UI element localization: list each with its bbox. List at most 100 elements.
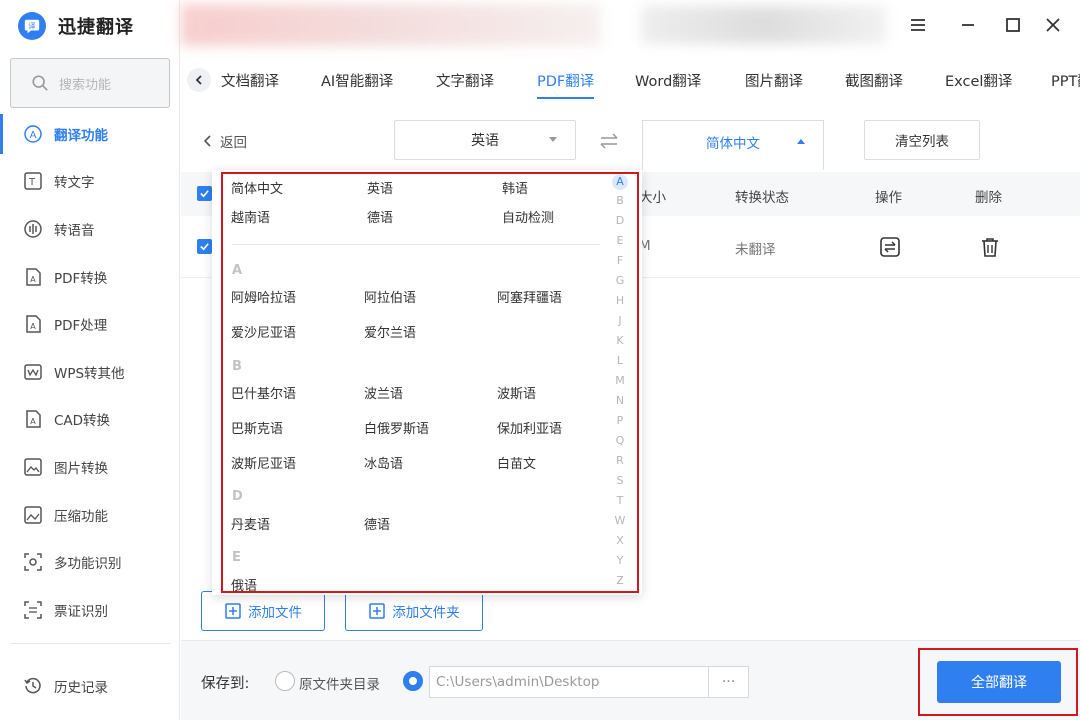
language-option[interactable]: 简体中文 — [231, 178, 283, 197]
alphabet-index-letter[interactable]: Y — [610, 554, 630, 567]
clear-list-button[interactable]: 清空列表 — [864, 120, 980, 160]
sidebar-item-6[interactable]: WPS转其他 — [0, 348, 180, 396]
target-language-select[interactable]: 简体中文 — [642, 120, 824, 170]
language-option[interactable]: 波斯语 — [497, 383, 536, 402]
sidebar-search-placeholder: 搜索功能 — [59, 77, 112, 93]
translate-all-button[interactable]: 全部翻译 — [937, 661, 1061, 703]
sidebar-item-label: 转文字 — [54, 175, 95, 192]
language-option[interactable]: 波兰语 — [364, 383, 403, 402]
tab-text[interactable]: 文字翻译 — [436, 70, 494, 91]
browse-path-button[interactable]: ··· — [708, 666, 749, 698]
tab-ai[interactable]: AI智能翻译 — [321, 70, 393, 91]
language-option[interactable]: 俄语 — [231, 575, 257, 591]
menu-icon[interactable] — [905, 12, 931, 38]
tab-image[interactable]: 图片翻译 — [745, 70, 803, 91]
alphabet-index-letter[interactable]: Q — [610, 434, 630, 447]
minimize-icon[interactable] — [955, 12, 981, 38]
add-file-icon — [225, 603, 241, 619]
sidebar-item-2[interactable]: T 转文字 — [0, 158, 180, 206]
select-all-checkbox[interactable] — [197, 186, 212, 201]
alphabet-index-letter[interactable]: B — [610, 194, 630, 207]
group-letter: A — [232, 263, 243, 278]
add-file-button[interactable]: 添加文件 — [201, 591, 325, 631]
tabs-scroll-left-button[interactable] — [187, 68, 211, 92]
alphabet-index-letter[interactable]: W — [610, 514, 630, 527]
alphabet-index-letter[interactable]: J — [610, 314, 630, 327]
source-language-select[interactable]: 英语 — [394, 120, 576, 160]
sidebar-item-11[interactable]: 票证识别 — [0, 586, 180, 634]
language-option[interactable]: 英语 — [367, 178, 393, 197]
alphabet-index-letter[interactable]: K — [610, 334, 630, 347]
sidebar-item-7[interactable]: A CAD转换 — [0, 396, 180, 444]
language-option[interactable]: 自动检测 — [502, 207, 554, 226]
language-option[interactable]: 爱沙尼亚语 — [231, 322, 296, 341]
alphabet-index-letter[interactable]: T — [610, 494, 630, 507]
alphabet-index-letter[interactable]: S — [610, 474, 630, 487]
back-button[interactable]: 返回 — [202, 131, 247, 151]
language-option[interactable]: 阿姆哈拉语 — [231, 287, 296, 306]
convert-action-icon[interactable] — [879, 236, 901, 258]
tab-pdf[interactable]: PDF翻译 — [537, 70, 595, 99]
sidebar-item-label: 转语音 — [54, 222, 95, 239]
language-option[interactable]: 巴斯克语 — [231, 418, 283, 437]
alphabet-index-letter[interactable]: R — [610, 454, 630, 467]
language-option[interactable]: 白俄罗斯语 — [364, 418, 429, 437]
sidebar-item-9[interactable]: 压缩功能 — [0, 491, 180, 539]
target-language-value: 简体中文 — [706, 136, 760, 152]
language-option[interactable]: 阿塞拜疆语 — [497, 287, 562, 306]
radio-custom-path[interactable] — [403, 671, 423, 691]
language-option[interactable]: 德语 — [364, 514, 390, 533]
text-convert-icon: T — [22, 170, 44, 192]
maximize-icon[interactable] — [1000, 12, 1026, 38]
sidebar-item-label: 历史记录 — [54, 679, 108, 696]
language-option[interactable]: 阿拉伯语 — [364, 287, 416, 306]
language-option[interactable]: 爱尔兰语 — [364, 322, 416, 341]
add-folder-button[interactable]: 添加文件夹 — [345, 591, 483, 631]
language-option[interactable]: 丹麦语 — [231, 514, 270, 533]
sidebar-search[interactable]: 搜索功能 — [10, 58, 170, 108]
language-option[interactable]: 白苗文 — [497, 453, 536, 472]
tab-excel[interactable]: Excel翻译 — [945, 70, 1012, 91]
radio-source-dir[interactable] — [275, 671, 295, 691]
alphabet-index-letter[interactable]: D — [610, 214, 630, 227]
sidebar-item-label: 票证识别 — [54, 603, 108, 620]
sidebar-item-8[interactable]: 图片转换 — [0, 443, 180, 491]
output-path-input[interactable] — [429, 666, 709, 698]
alphabet-index-letter[interactable]: M — [610, 374, 630, 387]
alphabet-index-letter[interactable]: N — [610, 394, 630, 407]
sidebar-item-10[interactable]: 多功能识别 — [0, 538, 180, 586]
language-option[interactable]: 巴什基尔语 — [231, 383, 296, 402]
alphabet-index-letter[interactable]: X — [610, 534, 630, 547]
language-option[interactable]: 越南语 — [231, 207, 270, 226]
tab-word[interactable]: Word翻译 — [635, 70, 701, 91]
language-option[interactable]: 德语 — [367, 207, 393, 226]
alphabet-index-letter[interactable]: E — [610, 234, 630, 247]
sidebar-item-history[interactable]: 历史记录 — [0, 662, 180, 710]
sidebar-item-5[interactable]: A PDF处理 — [0, 300, 180, 348]
trash-icon[interactable] — [979, 236, 1001, 258]
alphabet-index-letter[interactable]: P — [610, 414, 630, 427]
alphabet-index-letter[interactable]: A — [612, 174, 628, 190]
close-icon[interactable] — [1040, 12, 1066, 38]
alphabet-index-letter[interactable]: F — [610, 254, 630, 267]
language-option[interactable]: 波斯尼亚语 — [231, 453, 296, 472]
sidebar-item-3[interactable]: 转语音 — [0, 205, 180, 253]
alphabet-index-letter[interactable]: G — [610, 274, 630, 287]
language-option[interactable]: 冰岛语 — [364, 453, 403, 472]
check-icon — [200, 243, 209, 251]
sidebar-item-label: 翻译功能 — [54, 127, 108, 144]
sidebar-item-4[interactable]: A PDF转换 — [0, 253, 180, 301]
tab-doc[interactable]: 文档翻译 — [221, 70, 279, 91]
language-option[interactable]: 保加利亚语 — [497, 418, 562, 437]
tab-ppt[interactable]: PPT翻译 — [1051, 70, 1080, 91]
sidebar-item-1[interactable]: A 翻译功能 — [0, 110, 180, 158]
language-option[interactable]: 韩语 — [502, 178, 528, 197]
alphabet-index-letter[interactable]: H — [610, 294, 630, 307]
pdf-convert-icon: A — [22, 266, 44, 288]
alphabet-index-letter[interactable]: L — [610, 354, 630, 367]
row-checkbox[interactable] — [197, 239, 212, 254]
swap-languages-icon[interactable] — [598, 132, 620, 150]
alphabet-index-letter[interactable]: Z — [610, 574, 630, 587]
tab-screenshot[interactable]: 截图翻译 — [845, 70, 903, 91]
sidebar-item-label: 压缩功能 — [54, 508, 108, 525]
